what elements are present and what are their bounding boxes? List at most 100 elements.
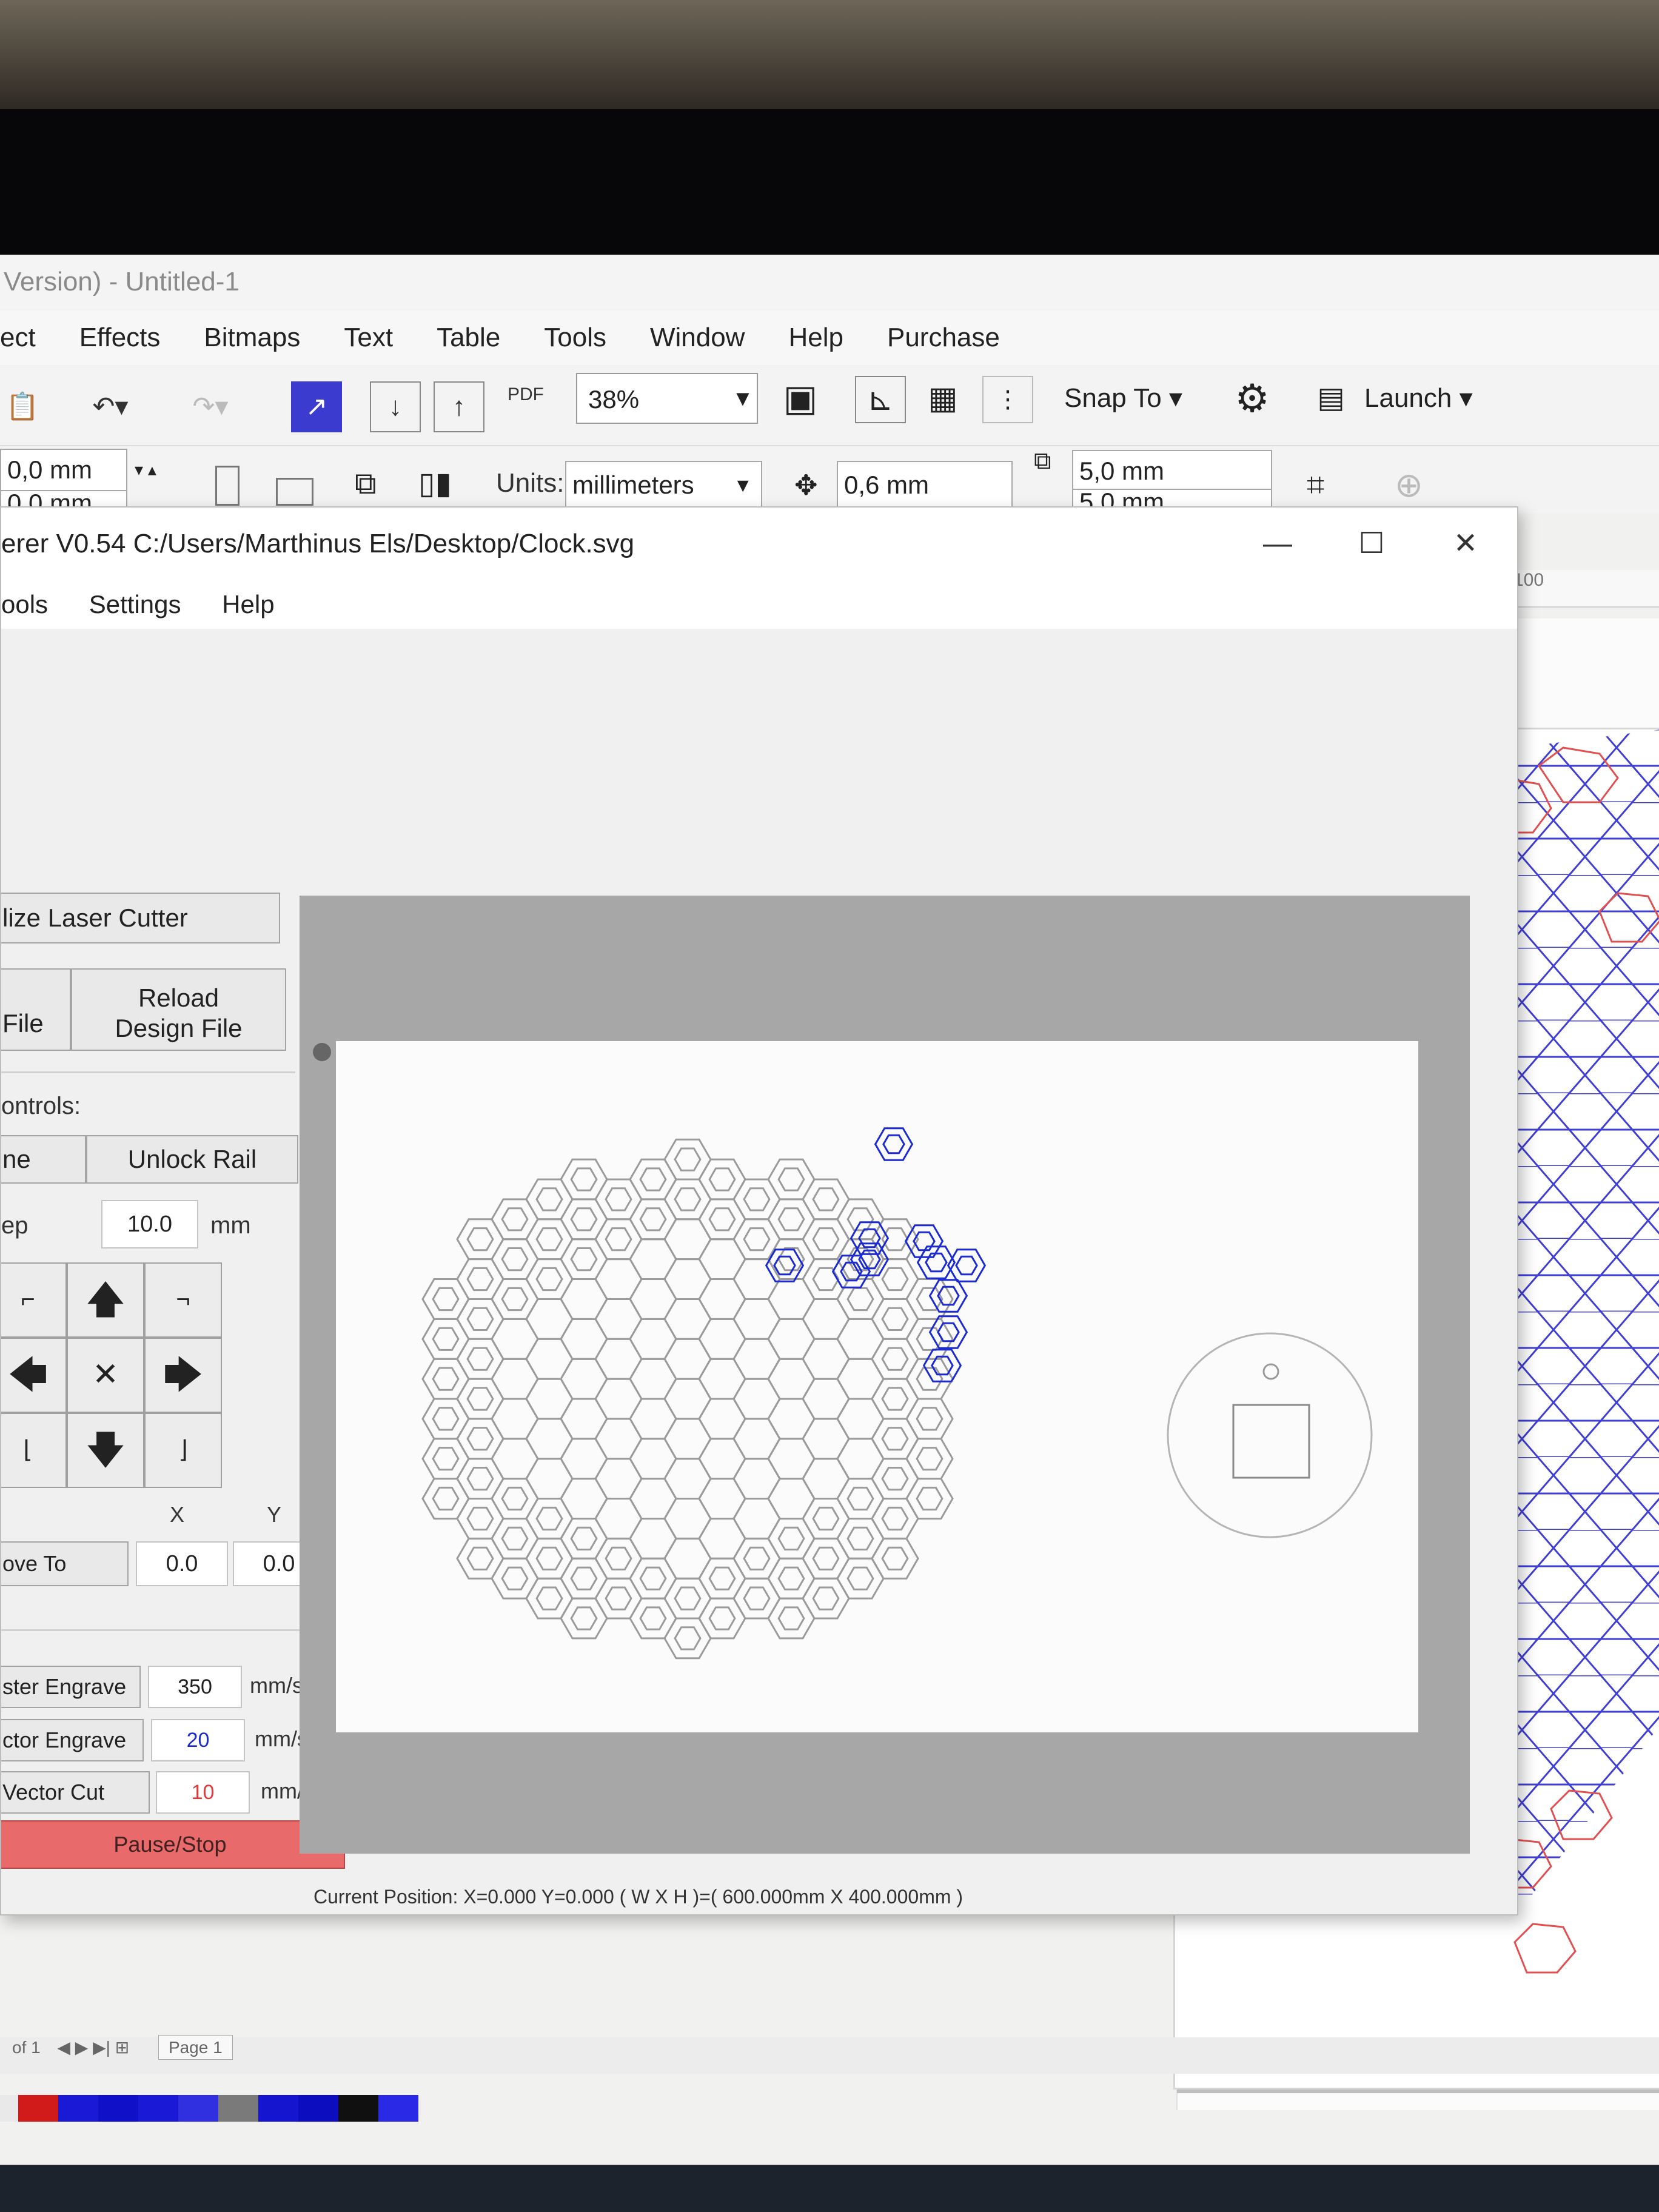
- jog-up-left-button[interactable]: ⌐: [1, 1262, 67, 1338]
- hexagon-outline: [629, 1557, 677, 1600]
- page-nav-icons[interactable]: ◀ ▶ ▶| ⊞: [57, 2038, 129, 2057]
- bg-menu-item[interactable]: Table: [437, 323, 500, 353]
- open-design-file-button[interactable]: File: [1, 968, 71, 1051]
- hexagon-outline: [708, 1207, 736, 1232]
- bg-menu-item[interactable]: Text: [344, 323, 393, 353]
- hexagon-outline: [777, 1566, 805, 1590]
- hexagon-outline: [421, 1438, 470, 1480]
- vector-cut-speed-field[interactable]: 10: [156, 1771, 250, 1814]
- hexagon-outline: [663, 1298, 712, 1340]
- jog-center-icon[interactable]: ✕: [67, 1338, 144, 1413]
- nudge-distance-field[interactable]: 0,6 mm: [837, 461, 1013, 509]
- palette-swatch[interactable]: [18, 2095, 58, 2122]
- export-file-icon[interactable]: ↑: [434, 381, 484, 432]
- zoom-to-page-icon[interactable]: ▣: [776, 376, 825, 421]
- pause-stop-button[interactable]: Pause/Stop: [1, 1820, 345, 1869]
- hexagon-outline: [802, 1458, 850, 1500]
- bg-menu-item[interactable]: Bitmaps: [204, 323, 300, 353]
- menu-help[interactable]: Help: [222, 590, 274, 618]
- spin-arrows-icon[interactable]: ▾ ▴: [121, 449, 170, 491]
- vector-engrave-button[interactable]: ctor Engrave: [1, 1719, 144, 1761]
- hexagon-outline: [767, 1597, 816, 1640]
- jog-up-arrow-icon[interactable]: 🡅: [67, 1262, 144, 1338]
- position-x-field[interactable]: 0,0 mm: [0, 449, 127, 491]
- vector-cut-button[interactable]: Vector Cut: [1, 1771, 150, 1814]
- jog-down-right-button[interactable]: ⌋: [144, 1413, 222, 1488]
- jog-down-arrow-icon[interactable]: 🡇: [67, 1413, 144, 1488]
- palette-swatch[interactable]: [98, 2095, 138, 2122]
- hexagon-outline: [629, 1398, 677, 1440]
- jog-up-right-button[interactable]: ¬: [144, 1262, 222, 1338]
- hexagon-outline: [432, 1287, 460, 1312]
- current-page-icon[interactable]: ▯▮: [418, 461, 458, 506]
- pdf-export-icon[interactable]: PDF: [497, 381, 554, 432]
- menu-tools[interactable]: ools: [1, 590, 48, 618]
- hexagon-outline: [456, 1537, 504, 1580]
- chevron-down-icon[interactable]: ▼: [725, 373, 761, 424]
- bg-menu-item[interactable]: ect: [0, 323, 36, 353]
- palette-swatch[interactable]: [178, 2095, 218, 2122]
- landscape-icon[interactable]: [276, 478, 313, 506]
- palette-swatch[interactable]: [138, 2095, 178, 2122]
- minimize-icon[interactable]: —: [1232, 508, 1323, 580]
- guidelines-icon[interactable]: ⋮: [982, 376, 1033, 423]
- units-select[interactable]: millimeters ▼: [565, 461, 762, 509]
- launch-icon[interactable]: ▤: [1310, 376, 1352, 421]
- hexagon-outline: [560, 1278, 608, 1320]
- bg-menu-item[interactable]: Tools: [544, 323, 606, 353]
- palette-swatch[interactable]: [298, 2095, 338, 2122]
- bg-menu-item[interactable]: Effects: [79, 323, 161, 353]
- palette-swatch[interactable]: [338, 2095, 378, 2122]
- paste-icon[interactable]: 📋: [0, 381, 45, 432]
- home-button[interactable]: ne: [1, 1135, 86, 1184]
- bg-menu-item[interactable]: Window: [650, 323, 745, 353]
- grid-icon[interactable]: ▦: [919, 376, 967, 421]
- hexagon-outline: [466, 1427, 494, 1451]
- rulers-icon[interactable]: ⊾: [855, 376, 906, 423]
- hexagon-outline: [525, 1378, 574, 1420]
- gear-icon[interactable]: ⚙: [1228, 376, 1276, 421]
- treat-as-filled-icon[interactable]: ⌗: [1307, 461, 1349, 509]
- import-file-icon[interactable]: ↓: [370, 381, 421, 432]
- close-icon[interactable]: ✕: [1420, 508, 1511, 580]
- hexagon-outline: [777, 1606, 805, 1631]
- palette-swatch[interactable]: [258, 2095, 298, 2122]
- hexagon-outline: [456, 1378, 504, 1420]
- add-icon[interactable]: ⊕: [1395, 464, 1437, 506]
- page-tab[interactable]: Page 1: [158, 2035, 233, 2060]
- palette-swatch[interactable]: [58, 2095, 98, 2122]
- bg-menu-item[interactable]: Purchase: [887, 323, 1000, 353]
- move-to-button[interactable]: ove To: [1, 1541, 129, 1586]
- raster-engrave-button[interactable]: ster Engrave: [1, 1666, 141, 1708]
- initialize-laser-cutter-button[interactable]: lize Laser Cutter: [1, 893, 280, 943]
- palette-swatch[interactable]: [378, 2095, 418, 2122]
- step-size-field[interactable]: 10.0: [101, 1200, 198, 1248]
- duplicate-x-field[interactable]: 5,0 mm: [1072, 450, 1272, 490]
- hexagon-outline: [456, 1258, 504, 1300]
- menu-settings[interactable]: Settings: [89, 590, 181, 618]
- raster-speed-field[interactable]: 350: [148, 1666, 242, 1708]
- hexagon-outline: [605, 1187, 632, 1212]
- hexagon-outline: [594, 1458, 643, 1500]
- bg-menu-item[interactable]: Help: [788, 323, 843, 353]
- jog-left-arrow-icon[interactable]: 🡄: [1, 1338, 67, 1413]
- launch-button[interactable]: Launch ▾: [1364, 376, 1473, 421]
- unlock-rail-button[interactable]: Unlock Rail: [86, 1135, 298, 1184]
- reload-design-file-button[interactable]: Reload Design File: [71, 968, 286, 1051]
- portrait-icon[interactable]: [215, 466, 240, 506]
- all-pages-icon[interactable]: ⧉: [355, 461, 395, 506]
- snap-to-button[interactable]: Snap To ▾: [1064, 376, 1182, 421]
- import-icon[interactable]: ↗: [291, 381, 342, 432]
- maximize-icon[interactable]: ☐: [1326, 508, 1417, 580]
- palette-swatch[interactable]: [0, 2095, 18, 2122]
- laser-bed-preview[interactable]: [300, 896, 1470, 1854]
- hexagon-outline: [916, 1367, 943, 1391]
- palette-swatch[interactable]: [218, 2095, 258, 2122]
- jog-right-arrow-icon[interactable]: 🡆: [144, 1338, 222, 1413]
- hexagon-outline: [732, 1298, 781, 1340]
- vector-engrave-speed-field[interactable]: 20: [151, 1719, 245, 1761]
- undo-icon[interactable]: ↶▾: [76, 381, 145, 432]
- jog-down-left-button[interactable]: ⌊: [1, 1413, 67, 1488]
- redo-icon[interactable]: ↷▾: [176, 381, 245, 432]
- move-x-field[interactable]: 0.0: [136, 1541, 228, 1586]
